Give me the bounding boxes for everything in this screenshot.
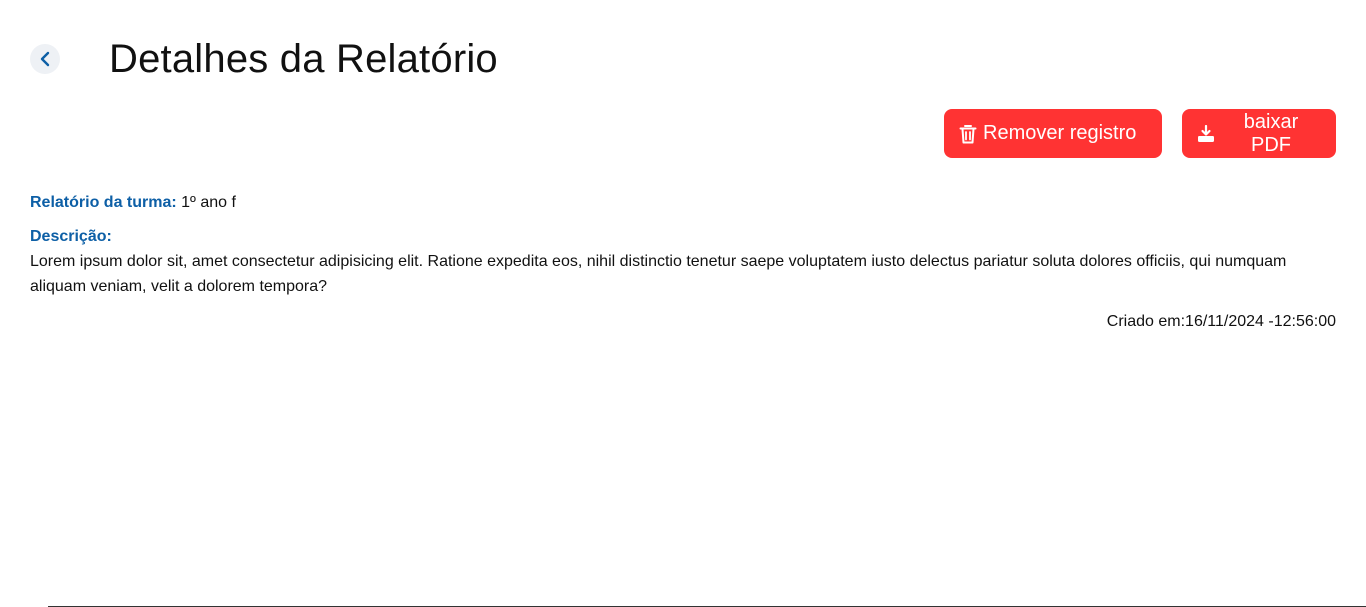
chevron-left-icon [38,51,52,67]
report-details-page: Detalhes da Relatório Remover registro b… [0,0,1366,607]
created-label: Criado em: [1106,313,1186,330]
created-value: 16/11/2024 -12:56:00 [1185,313,1336,330]
back-button[interactable] [30,44,60,74]
turma-row: Relatório da turma: 1º ano f [30,190,1336,215]
remove-record-label: Remover registro [983,122,1137,144]
turma-value: 1º ano f [181,194,236,211]
download-icon [1197,124,1215,143]
report-info: Relatório da turma: 1º ano f Descrição: … [30,190,1336,334]
download-pdf-label: baixar PDF [1243,110,1299,156]
trash-icon [959,124,977,144]
remove-record-button[interactable]: Remover registro [944,109,1162,158]
action-buttons: Remover registro baixar PDF [944,109,1336,158]
page-title: Detalhes da Relatório [109,37,498,81]
turma-label: Relatório da turma: [30,194,177,211]
description-label: Descrição: [30,228,112,245]
page-header: Detalhes da Relatório [30,36,498,82]
created-at: Criado em:16/11/2024 -12:56:00 [30,309,1336,334]
download-pdf-button[interactable]: baixar PDF [1182,109,1336,158]
description-text: Lorem ipsum dolor sit, amet consectetur … [30,253,1287,295]
